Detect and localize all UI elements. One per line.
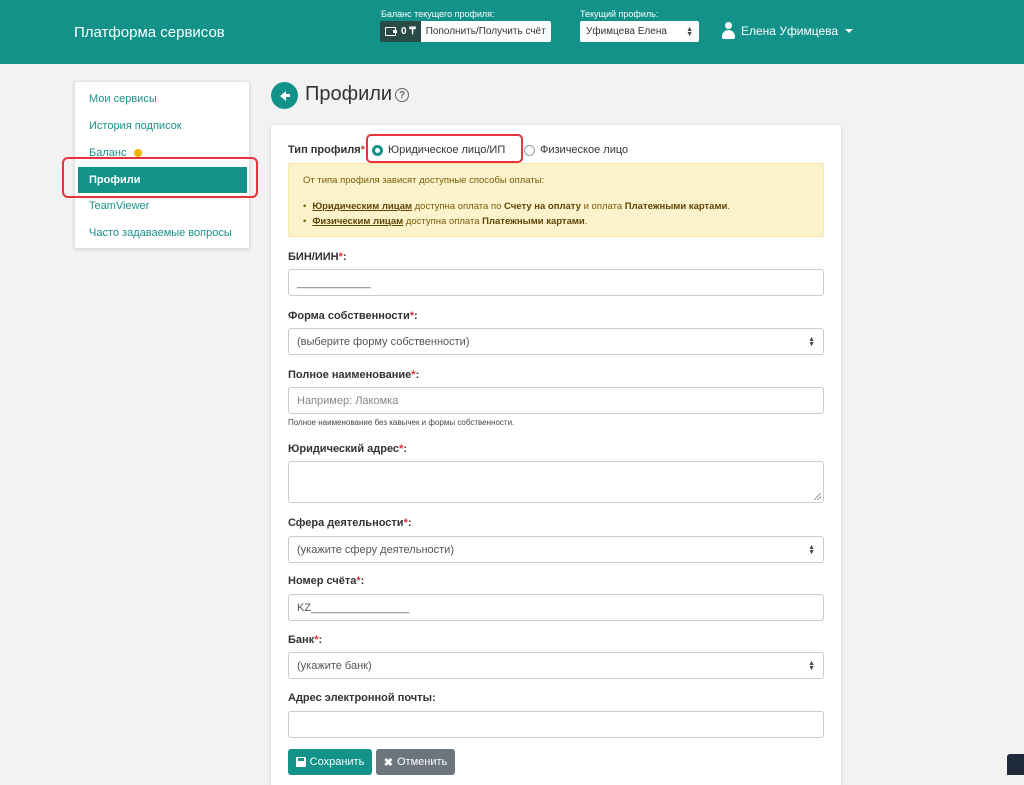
current-profile-select[interactable]: Уфимцева Елена ▲ ▼ [580, 21, 699, 42]
select-arrows-icon: ▲ ▼ [686, 25, 693, 38]
label-colon: : [342, 251, 347, 263]
balance-indicator-dot [134, 149, 143, 158]
select-arrows-icon: ▲ ▼ [808, 543, 815, 556]
label-colon: : [403, 443, 407, 455]
notice-text: . [727, 201, 730, 212]
user-name: Елена Уфимцева [741, 23, 839, 38]
label-colon: : [414, 310, 418, 322]
activity-select-value: (укажите сферу деятельности) [297, 543, 454, 556]
select-arrows-icon: ▲ ▼ [808, 659, 815, 672]
close-icon: ✖ [383, 756, 393, 769]
fullname-label-text: Полное наименование [288, 369, 412, 381]
wallet-icon [385, 27, 397, 36]
notice-text: и оплата [580, 201, 625, 212]
activity-label: Сфера деятельности*: [288, 517, 412, 529]
address-textarea[interactable] [288, 461, 824, 503]
save-button[interactable]: Сохранить [288, 749, 372, 775]
back-arrow-icon [279, 90, 290, 101]
notice-text: доступна оплата [403, 216, 483, 227]
account-label-text: Номер счёта [288, 575, 357, 587]
cancel-button[interactable]: ✖ Отменить [376, 749, 455, 775]
payment-notice: От типа профиля зависят доступные способ… [288, 163, 824, 237]
ownership-label-text: Форма собственности [288, 310, 410, 322]
caret-down-icon [845, 28, 854, 33]
label-colon: : [407, 517, 412, 529]
sidebar-item-subscription-history[interactable]: История подписок [89, 120, 182, 132]
notice-intro: От типа профиля зависят доступные способ… [303, 175, 545, 186]
top-header: Платформа сервисов Баланс текущего профи… [0, 0, 1024, 64]
sidebar-item-teamviewer[interactable]: TeamViewer [89, 200, 149, 212]
notice-method-cards: Платежными картами [482, 216, 585, 227]
notice-individual-link[interactable]: Физическим лицам [312, 216, 403, 227]
email-input[interactable] [288, 711, 824, 738]
save-icon [295, 757, 306, 767]
profile-form-card: Тип профиля *: Юридическое лицо/ИП Физиче… [271, 125, 841, 785]
radio-individual-control[interactable] [524, 144, 535, 156]
resize-handle-icon[interactable] [814, 493, 821, 500]
bank-label: Банк*: [288, 634, 322, 646]
back-button[interactable] [271, 82, 298, 109]
bin-input[interactable]: ____________ [288, 269, 824, 296]
highlight-box-radio [366, 134, 523, 163]
bank-select[interactable]: (укажите банк) ▲ ▼ [288, 652, 824, 679]
profile-type-label: Тип профиля *: [288, 144, 369, 156]
notice-text: доступна оплата по [412, 201, 505, 212]
notice-text: . [584, 216, 588, 227]
account-input[interactable]: KZ________________ [288, 594, 824, 621]
select-arrows-icon: ▲ ▼ [808, 335, 815, 348]
bin-label: БИН/ИИН*: [288, 251, 347, 263]
balance-amount[interactable]: 0 ₸ [380, 21, 421, 42]
notice-legal-link[interactable]: Юридическим лицам [312, 201, 412, 212]
email-label: Адрес электронной почты: [288, 692, 436, 704]
page-title: Профили [305, 83, 393, 105]
balance-label: Баланс текущего профиля: [381, 9, 495, 19]
floating-widget-button[interactable] [1007, 754, 1024, 775]
current-profile-value: Уфимцева Елена [586, 26, 667, 37]
fullname-input[interactable]: Например: Лакомка [288, 387, 824, 414]
label-colon: : [360, 575, 365, 587]
notice-item-legal: Юридическим лицам доступна оплата по Сче… [303, 201, 730, 212]
cancel-button-label: Отменить [396, 756, 448, 768]
ownership-label: Форма собственности*: [288, 310, 418, 322]
balance-box: 0 ₸ Пополнить/Получить счёт [380, 21, 551, 42]
label-colon: : [318, 634, 323, 646]
fullname-hint: Полное наименование без кавычек и формы … [288, 418, 515, 427]
activity-label-text: Сфера деятельности [288, 517, 404, 529]
ownership-select[interactable]: (выберите форму собственности) ▲ ▼ [288, 328, 824, 355]
notice-method-cards: Платежными картами [624, 201, 728, 212]
profile-type-label-text: Тип профиля [288, 144, 361, 156]
address-label-text: Юридический адрес [288, 443, 400, 455]
bank-label-text: Банк [288, 634, 315, 646]
current-profile-label: Текущий профиль: [580, 9, 659, 19]
sidebar-item-my-services[interactable]: Мои сервисы [89, 93, 157, 105]
sidebar-item-faq[interactable]: Часто задаваемые вопросы [89, 227, 232, 239]
highlight-box-sidebar [62, 157, 258, 198]
ownership-select-value: (выберите форму собственности) [297, 335, 470, 348]
user-icon [721, 22, 736, 39]
notice-method-invoice: Счету на оплату [504, 201, 581, 212]
account-label: Номер счёта*: [288, 575, 364, 587]
notice-item-individual: Физическим лицам доступна оплата Платежн… [303, 216, 587, 227]
help-icon[interactable]: ? [395, 88, 409, 102]
bin-label-text: БИН/ИИН [288, 251, 339, 263]
brand-title[interactable]: Платформа сервисов [74, 24, 225, 41]
fullname-label: Полное наименование*: [288, 369, 419, 381]
radio-individual[interactable]: Физическое лицо [524, 144, 628, 156]
radio-individual-label: Физическое лицо [540, 144, 629, 156]
balance-value: 0 ₸ [401, 26, 416, 37]
activity-select[interactable]: (укажите сферу деятельности) ▲ ▼ [288, 536, 824, 563]
label-colon: : [415, 369, 420, 381]
address-label: Юридический адрес*: [288, 443, 407, 455]
user-menu[interactable]: Елена Уфимцева [721, 22, 854, 39]
topup-button[interactable]: Пополнить/Получить счёт [420, 21, 551, 42]
save-button-label: Сохранить [309, 756, 365, 768]
bank-select-value: (укажите банк) [297, 659, 372, 672]
